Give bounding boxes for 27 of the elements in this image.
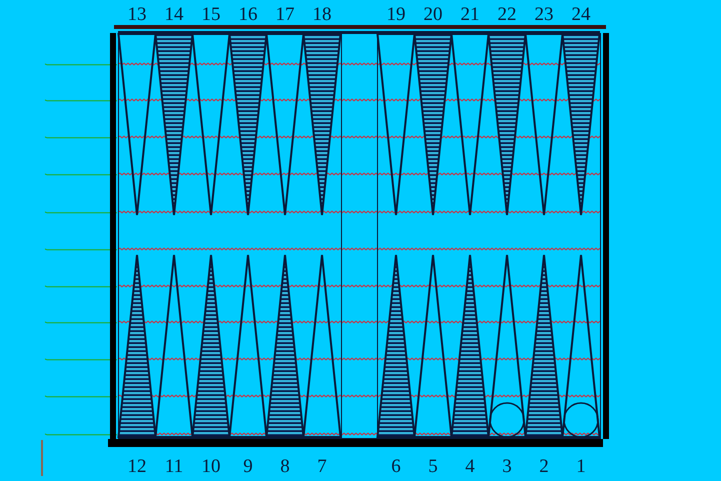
point-number: 12 [128, 456, 146, 477]
checker[interactable] [563, 402, 599, 438]
point-number: 15 [202, 4, 220, 25]
point-number: 23 [534, 4, 554, 25]
point-number: 21 [460, 4, 480, 25]
point-number: 1 [576, 456, 586, 477]
point-number: 14 [164, 4, 184, 25]
point-number: 10 [202, 456, 220, 477]
point-number: 22 [498, 4, 516, 25]
point-number: 6 [391, 456, 401, 477]
point-number: 18 [312, 4, 332, 25]
point-number: 9 [243, 456, 253, 477]
point-number: 8 [280, 456, 290, 477]
text-cursor [41, 440, 43, 476]
point-number: 16 [238, 4, 258, 25]
point-number: 7 [317, 456, 327, 477]
point-number: 4 [465, 456, 475, 477]
point-number: 11 [164, 456, 184, 477]
point-number: 24 [572, 4, 590, 25]
point-number: 17 [276, 4, 294, 25]
point-number: 5 [428, 456, 438, 477]
checker[interactable] [489, 402, 525, 438]
point-number: 20 [424, 4, 442, 25]
point-number: 19 [386, 4, 406, 25]
point-number: 13 [128, 4, 146, 25]
point-number: 2 [539, 456, 549, 477]
point-number: 3 [502, 456, 512, 477]
